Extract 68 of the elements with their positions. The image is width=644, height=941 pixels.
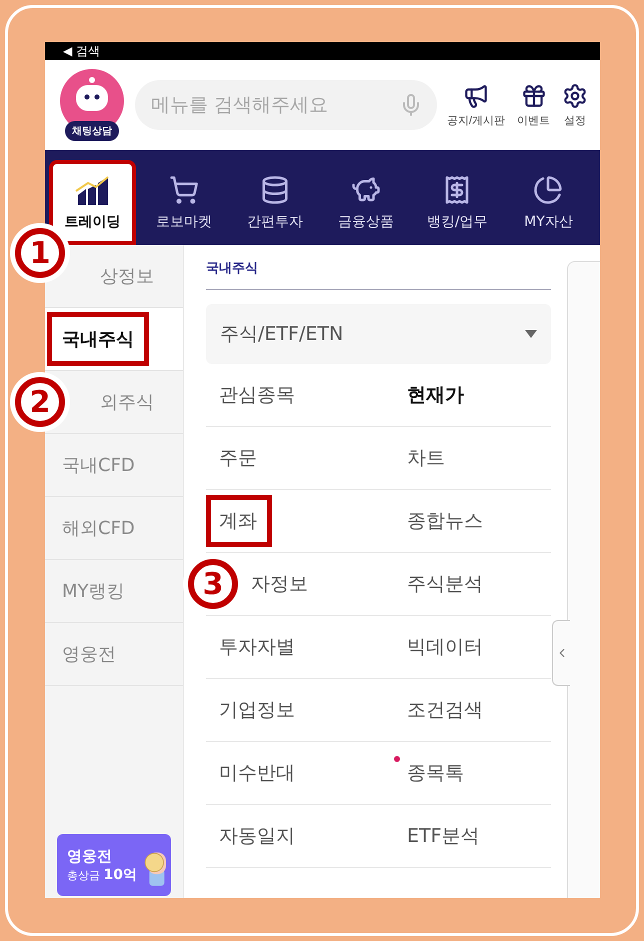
header-action[interactable]: 이벤트 xyxy=(515,82,552,128)
menu-item[interactable]: 자정보 xyxy=(238,553,394,615)
menu-label: 차트 xyxy=(406,446,446,471)
menu-label: ETF분석 xyxy=(406,824,481,849)
menu-tab[interactable]: 금융상품 xyxy=(322,160,410,245)
menu-label: 종목톡 xyxy=(406,761,465,786)
menu-label: 미수반대 xyxy=(218,761,296,786)
section-title: 국내주식 xyxy=(206,259,551,290)
menu-label: 현재가 xyxy=(406,383,465,408)
menu-label: 빅데이터 xyxy=(406,635,484,660)
menu-item[interactable]: 차트 xyxy=(394,427,551,489)
menu-tab[interactable]: 뱅킹/업무 xyxy=(414,160,501,245)
sidebar-label: 해외CFD xyxy=(61,517,136,541)
cart-icon xyxy=(168,174,199,204)
megaphone-icon xyxy=(462,82,489,108)
banner-title: 영웅전 xyxy=(67,846,113,866)
header-action[interactable]: 설정 xyxy=(560,82,590,128)
menu-item[interactable]: 계좌 xyxy=(206,490,394,552)
category-dropdown[interactable]: 주식/ETF/ETN xyxy=(206,304,551,364)
menu-item[interactable]: 관심종목 xyxy=(206,364,394,426)
menu-item[interactable]: 조건검색 xyxy=(394,679,551,741)
gift-icon xyxy=(520,82,546,108)
menu-label: 계좌 xyxy=(206,495,272,547)
menu-tab[interactable]: 간편투자 xyxy=(231,160,319,245)
banner-subtitle: 총상금 10억 xyxy=(67,866,137,884)
menu-item[interactable]: 빅데이터 xyxy=(394,616,551,678)
menu-label: 관심종목 xyxy=(218,383,296,408)
menu-item[interactable]: 주식분석 xyxy=(394,553,551,615)
search-input[interactable]: 메뉴를 검색해주세요 xyxy=(149,93,399,117)
sidebar-label: 외주식 xyxy=(99,391,155,415)
menu-label: 주식분석 xyxy=(406,572,484,597)
menu-tab[interactable]: 트레이딩 xyxy=(49,160,136,245)
menu-label: 자정보 xyxy=(250,572,309,597)
sidebar-label: 상정보 xyxy=(99,265,155,289)
promo-banner[interactable]: 영웅전 총상금 10억 xyxy=(57,834,171,896)
menu-label: 투자자별 xyxy=(218,635,296,660)
menu-label: 주문 xyxy=(218,446,258,471)
chat-label: 채팅상담 xyxy=(65,121,119,141)
menu-item[interactable]: 현재가 xyxy=(394,364,551,426)
search-field[interactable]: 메뉴를 검색해주세요 xyxy=(135,80,437,130)
menu-label: 기업정보 xyxy=(218,698,296,723)
menu-item[interactable]: 미수반대 xyxy=(206,742,394,804)
menu-item[interactable]: 투자자별 xyxy=(206,616,394,678)
sidebar-label: MY랭킹 xyxy=(61,580,126,604)
sidebar-label: 국내주식 xyxy=(47,312,149,366)
pie-chart-icon xyxy=(533,174,564,204)
sidebar-label: 국내CFD xyxy=(61,454,136,478)
menu-tab[interactable]: 로보마켓 xyxy=(140,160,228,245)
menu-label: 조건검색 xyxy=(406,698,484,723)
menu-item[interactable]: 주문 xyxy=(206,427,394,489)
sidebar-label: 영웅전 xyxy=(61,643,117,667)
menu-item[interactable]: 기업정보 xyxy=(206,679,394,741)
settings-icon xyxy=(562,82,588,108)
menu-label: 자동일지 xyxy=(218,824,296,849)
piggy-bank-icon xyxy=(351,174,382,204)
coins-icon xyxy=(260,174,290,204)
menu-item[interactable]: 종합뉴스 xyxy=(394,490,551,552)
header-action[interactable]: 공지/게시판 xyxy=(444,82,507,128)
sidebar-item[interactable]: 국내주식 xyxy=(45,308,183,370)
menu-item[interactable]: 자동일지 xyxy=(206,805,394,867)
menu-label: 종합뉴스 xyxy=(406,509,484,534)
chatbot-button[interactable]: 채팅상담 xyxy=(57,69,127,141)
caret-icon xyxy=(525,330,537,338)
menu-tab[interactable]: MY자산 xyxy=(504,160,592,245)
menu-item[interactable]: 종목톡 xyxy=(394,742,551,804)
back-label[interactable]: ◀ 검색 xyxy=(63,45,100,57)
collapse-handle[interactable] xyxy=(552,620,570,686)
menu-item[interactable]: ETF분석 xyxy=(394,805,551,867)
